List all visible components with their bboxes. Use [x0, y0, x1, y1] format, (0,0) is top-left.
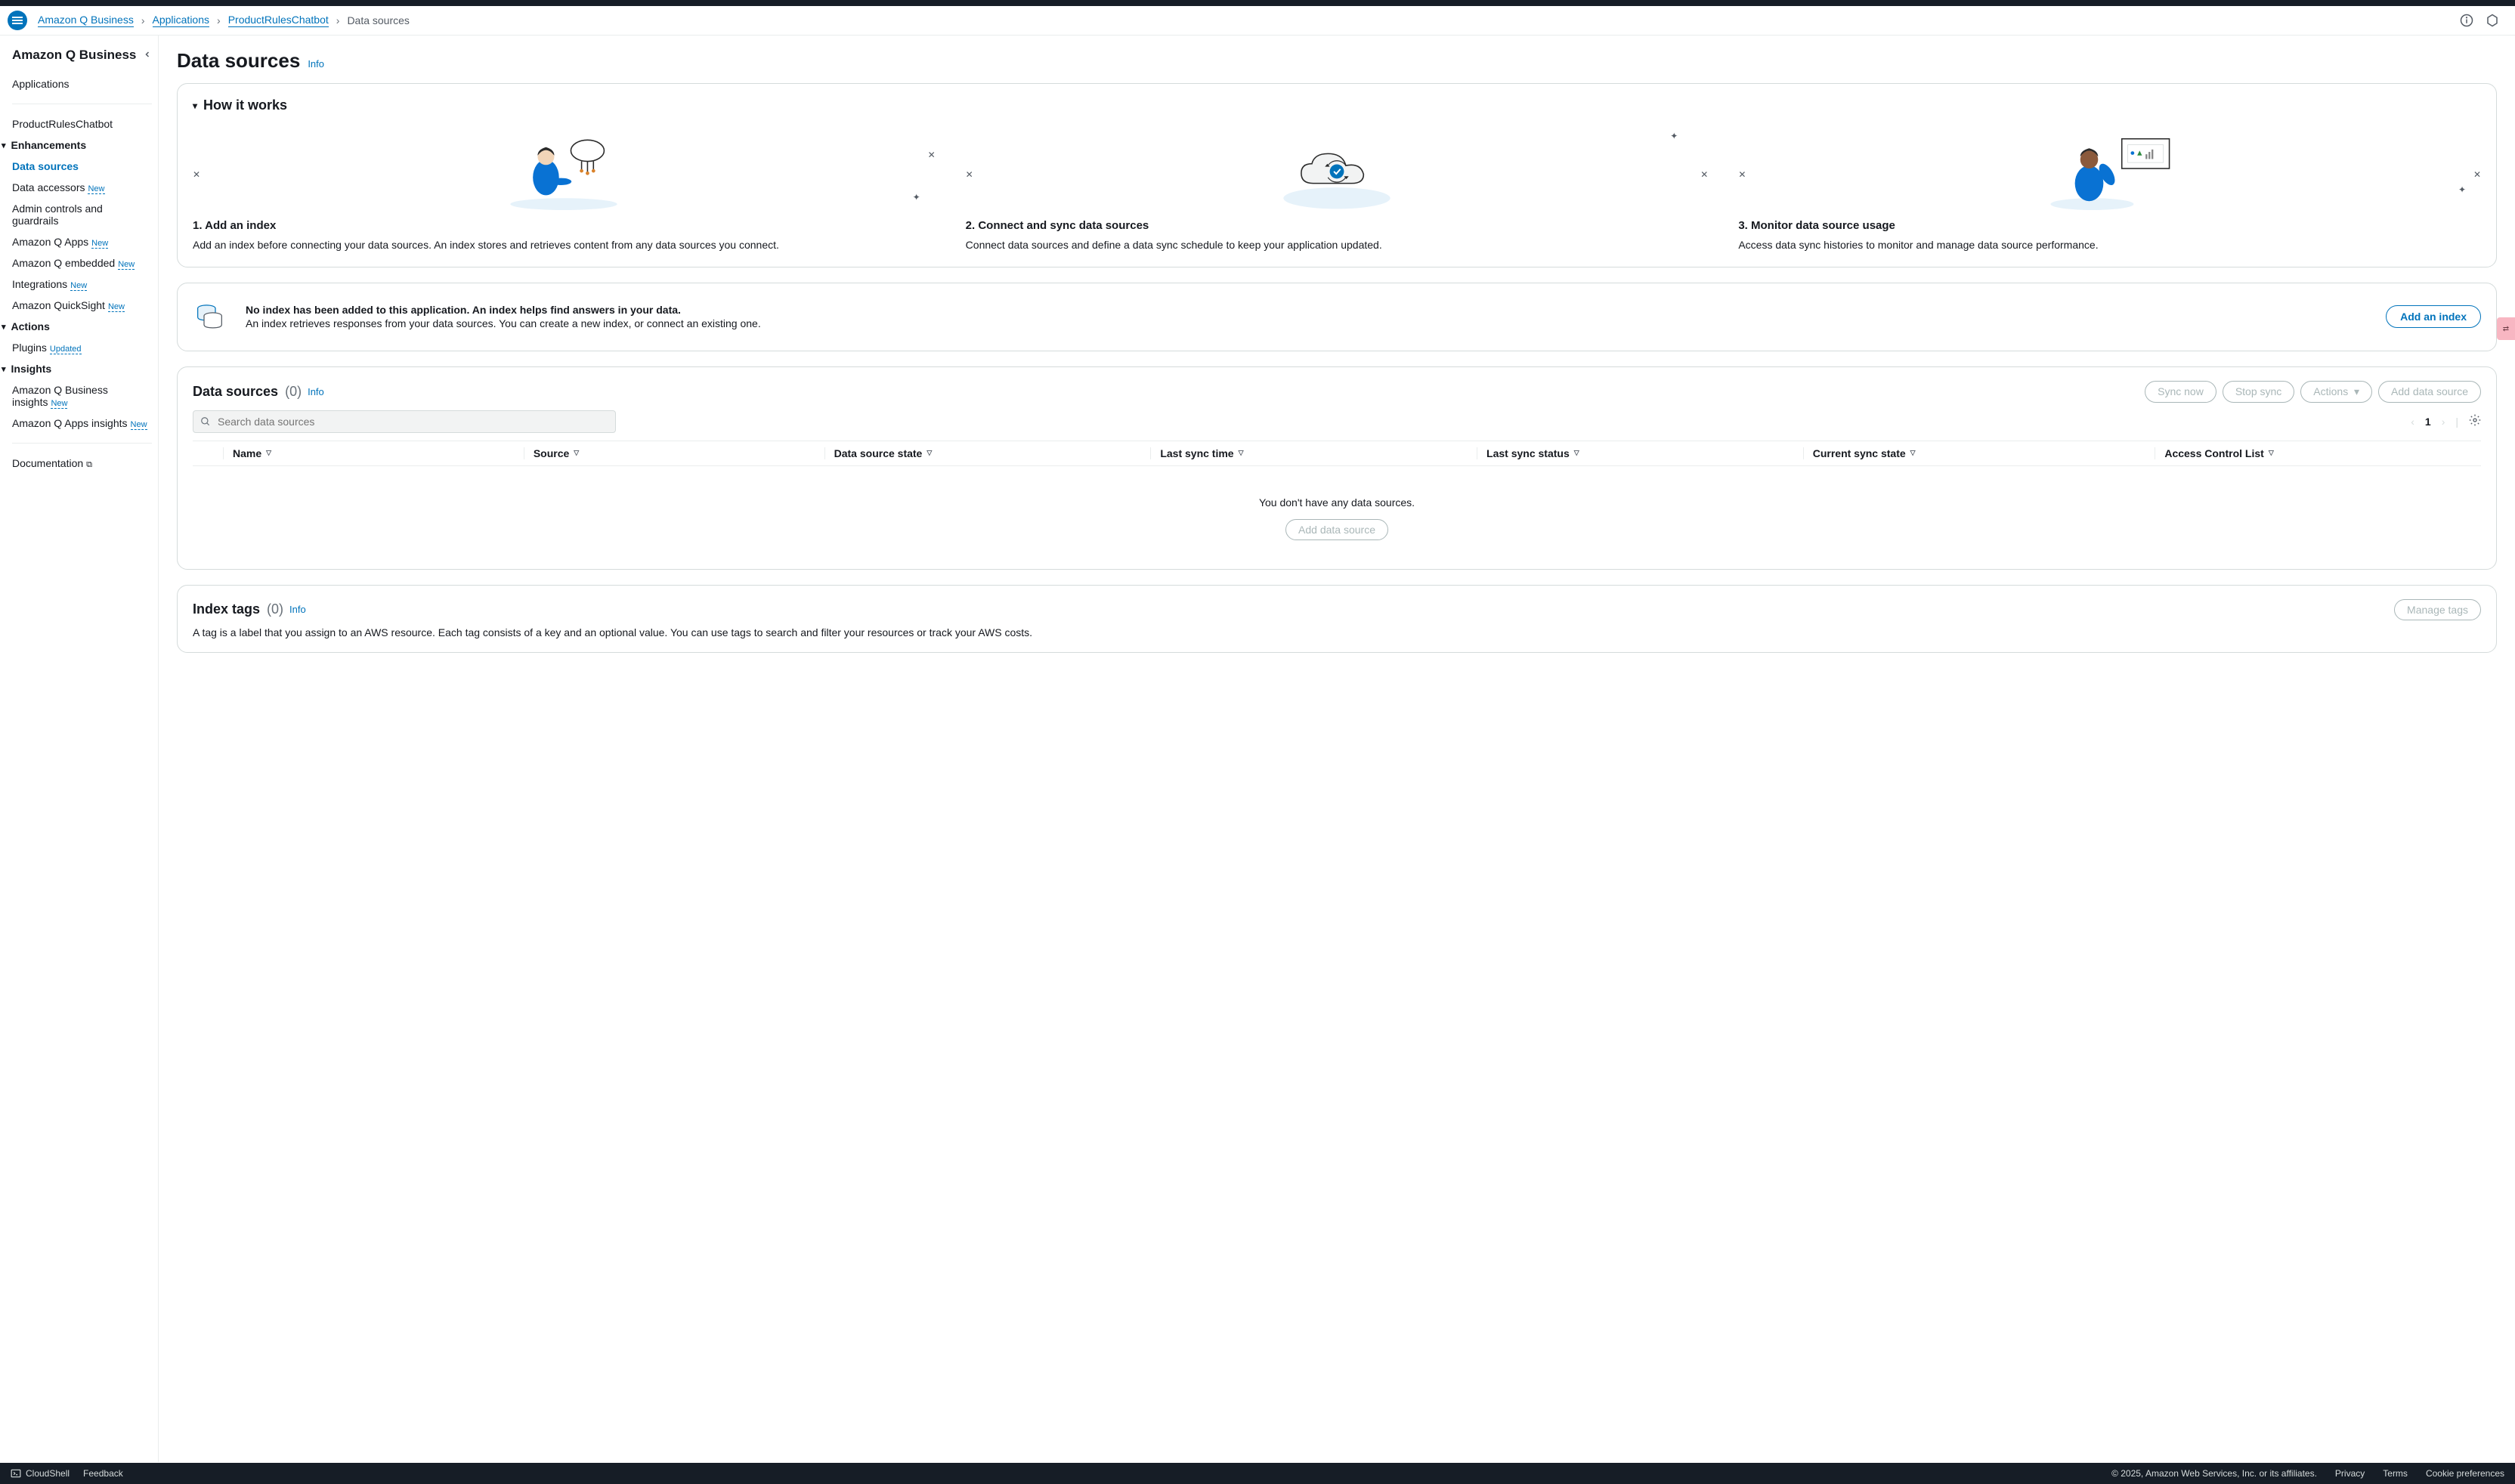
how-it-works-panel: How it works ✕ ✕ ✦: [177, 83, 2497, 267]
hiw-step-1-body: Add an index before connecting your data…: [193, 238, 936, 253]
empty-message: You don't have any data sources.: [193, 496, 2481, 509]
collapse-sidebar-icon[interactable]: [143, 49, 152, 61]
no-index-alert: No index has been added to this applicat…: [177, 283, 2497, 351]
sidebar-documentation[interactable]: Documentation⧉: [12, 453, 152, 475]
hiw-step-3: ✕ ✕ ✦: [1738, 127, 2481, 253]
sidebar-app-name[interactable]: ProductRulesChatbot: [12, 113, 152, 134]
th-acl[interactable]: Access Control List▽: [2155, 447, 2481, 459]
empty-state: You don't have any data sources. Add dat…: [193, 466, 2481, 555]
hiw-illustration-3: ✕ ✕ ✦: [1738, 127, 2481, 210]
th-source[interactable]: Source▽: [524, 447, 824, 459]
top-dark-bar: [0, 0, 2515, 6]
hiw-step-1: ✕ ✕ ✦: [193, 127, 936, 253]
sync-now-button[interactable]: Sync now: [2145, 381, 2216, 403]
breadcrumb-current: Data sources: [347, 14, 409, 26]
data-sources-info-link[interactable]: Info: [308, 386, 324, 397]
sidebar-item-amazon-q-embedded[interactable]: Amazon Q embeddedNew: [12, 252, 152, 274]
breadcrumb-app-name[interactable]: ProductRulesChatbot: [228, 14, 329, 27]
hiw-illustration-2: ✕ ✕ ✦: [966, 127, 1709, 210]
breadcrumb-applications[interactable]: Applications: [153, 14, 210, 27]
hiw-step-3-body: Access data sync histories to monitor an…: [1738, 238, 2481, 253]
cookie-link[interactable]: Cookie preferences: [2426, 1468, 2504, 1479]
th-name[interactable]: Name▽: [223, 447, 524, 459]
manage-tags-button[interactable]: Manage tags: [2394, 599, 2481, 620]
index-tags-panel: Index tags (0) Info Manage tags A tag is…: [177, 585, 2497, 653]
database-icon: [193, 297, 230, 337]
sidebar-item-integrations[interactable]: IntegrationsNew: [12, 274, 152, 295]
hiw-step-2-body: Connect data sources and define a data s…: [966, 238, 1709, 253]
th-current-sync-state[interactable]: Current sync state▽: [1803, 447, 2155, 459]
alert-body: An index retrieves responses from your d…: [246, 317, 2371, 329]
sidebar-section-actions[interactable]: Actions: [12, 316, 152, 337]
sidebar-item-admin-controls[interactable]: Admin controls and guardrails: [12, 198, 152, 231]
hiw-step-2-title: 2. Connect and sync data sources: [966, 219, 1709, 232]
privacy-link[interactable]: Privacy: [2335, 1468, 2365, 1479]
footer: CloudShell Feedback © 2025, Amazon Web S…: [0, 1463, 2515, 1484]
actions-dropdown-button[interactable]: Actions ▾: [2300, 381, 2372, 403]
cloudshell-button[interactable]: CloudShell: [11, 1468, 70, 1479]
sidebar-title: Amazon Q Business: [12, 48, 136, 63]
page-title: Data sources: [177, 49, 300, 73]
chevron-right-icon: ›: [217, 14, 221, 26]
diagnostic-icon[interactable]: [2485, 13, 2500, 28]
sidebar-section-insights[interactable]: Insights: [12, 358, 152, 379]
chevron-right-icon: ›: [141, 14, 145, 26]
data-sources-heading: Data sources (0): [193, 384, 302, 400]
hiw-step-1-title: 1. Add an index: [193, 219, 936, 232]
hiw-step-2: ✕ ✕ ✦ 2.: [966, 127, 1709, 253]
side-feedback-tab[interactable]: ⇄: [2497, 317, 2515, 340]
data-sources-panel: Data sources (0) Info Sync now Stop sync…: [177, 366, 2497, 570]
info-icon[interactable]: [2459, 13, 2474, 28]
index-tags-info-link[interactable]: Info: [289, 604, 306, 615]
sidebar-item-plugins[interactable]: PluginsUpdated: [12, 337, 152, 358]
empty-add-data-source-button[interactable]: Add data source: [1285, 519, 1388, 540]
next-page-button[interactable]: ›: [2442, 416, 2445, 428]
search-icon: [200, 416, 211, 427]
search-data-sources-input[interactable]: [193, 410, 616, 433]
page-number: 1: [2425, 416, 2431, 428]
hamburger-menu-button[interactable]: [8, 11, 27, 30]
sidebar-item-data-sources[interactable]: Data sources: [12, 156, 152, 177]
sidebar-item-qb-insights[interactable]: Amazon Q Business insightsNew: [12, 379, 152, 413]
chevron-right-icon: ›: [336, 14, 340, 26]
sidebar-item-data-accessors[interactable]: Data accessorsNew: [12, 177, 152, 198]
table-settings-button[interactable]: [2469, 414, 2481, 428]
feedback-link[interactable]: Feedback: [83, 1468, 123, 1479]
page-info-link[interactable]: Info: [308, 58, 324, 70]
th-state[interactable]: Data source state▽: [824, 447, 1151, 459]
add-data-source-button[interactable]: Add data source: [2378, 381, 2481, 403]
copyright: © 2025, Amazon Web Services, Inc. or its…: [2111, 1468, 2317, 1479]
external-link-icon: ⧉: [86, 460, 92, 469]
hiw-step-3-title: 3. Monitor data source usage: [1738, 219, 2481, 232]
terms-link[interactable]: Terms: [2383, 1468, 2408, 1479]
breadcrumb-bar: Amazon Q Business › Applications › Produ…: [0, 6, 2515, 36]
index-tags-description: A tag is a label that you assign to an A…: [193, 626, 2481, 638]
table-header: Name▽ Source▽ Data source state▽ Last sy…: [193, 441, 2481, 466]
main-content: Data sources Info How it works ✕ ✕ ✦: [159, 36, 2515, 1462]
hiw-illustration-1: ✕ ✕ ✦: [193, 127, 936, 210]
breadcrumb: Amazon Q Business › Applications › Produ…: [38, 14, 2459, 27]
sidebar-item-amazon-q-apps[interactable]: Amazon Q AppsNew: [12, 231, 152, 252]
sidebar-section-enhancements[interactable]: Enhancements: [12, 134, 152, 156]
th-last-sync-time[interactable]: Last sync time▽: [1150, 447, 1477, 459]
sidebar: Amazon Q Business Applications ProductRu…: [0, 36, 159, 1462]
how-it-works-toggle[interactable]: How it works: [193, 97, 2481, 113]
sidebar-applications[interactable]: Applications: [12, 73, 152, 94]
prev-page-button[interactable]: ‹: [2411, 416, 2414, 428]
add-index-button[interactable]: Add an index: [2386, 305, 2481, 328]
alert-title: No index has been added to this applicat…: [246, 304, 2371, 316]
breadcrumb-root[interactable]: Amazon Q Business: [38, 14, 134, 27]
sidebar-item-qa-insights[interactable]: Amazon Q Apps insightsNew: [12, 413, 152, 434]
stop-sync-button[interactable]: Stop sync: [2223, 381, 2294, 403]
th-last-sync-status[interactable]: Last sync status▽: [1477, 447, 1803, 459]
sidebar-item-quicksight[interactable]: Amazon QuickSightNew: [12, 295, 152, 316]
index-tags-heading: Index tags (0): [193, 601, 283, 617]
